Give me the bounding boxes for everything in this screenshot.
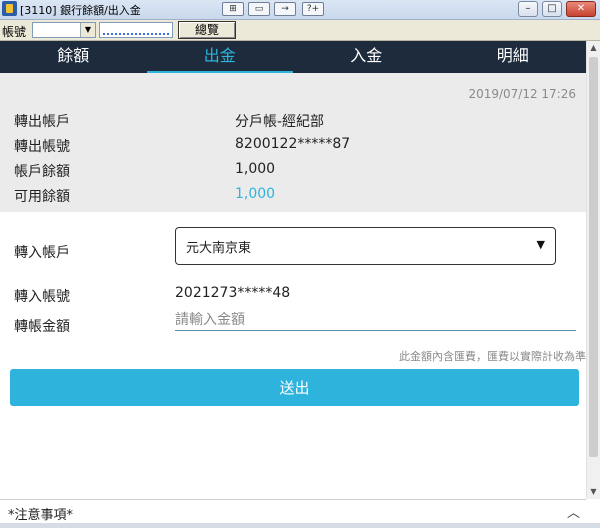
tab-bar: 餘額 出金 入金 明細 — [0, 41, 586, 73]
timestamp: 2019/07/12 17:26 — [468, 87, 576, 101]
value-available: 1,000 — [235, 186, 276, 202]
chevron-up-icon[interactable]: ︿ — [567, 502, 580, 521]
window-title: [3110] 銀行餘額/出入金 — [20, 4, 141, 17]
close-button[interactable]: ✕ — [566, 1, 596, 17]
account-bar: 帳號 ▼ 總覽 — [0, 20, 600, 41]
account-label: 帳號 — [2, 25, 27, 39]
transfer-out-info: 2019/07/12 17:26 轉出帳戶 分戶帳-經紀部 轉出帳號 82001… — [0, 73, 586, 212]
fee-note: 此金額內含匯費，匯費以實際計收為準 — [399, 350, 586, 363]
overview-button[interactable]: 總覽 — [178, 21, 236, 39]
link-tool-icon[interactable]: → — [274, 2, 296, 16]
notice-bar[interactable]: *注意事項* ︿ — [0, 499, 586, 524]
value-in-number: 2021273*****48 — [175, 285, 291, 301]
submit-button[interactable]: 送出 — [10, 369, 579, 406]
scroll-down-icon[interactable]: ▼ — [587, 485, 600, 499]
vertical-scrollbar[interactable]: ▲ ▼ — [586, 41, 600, 499]
help-tool-icon[interactable]: ?+ — [302, 2, 324, 16]
label-in-account: 轉入帳戶 — [14, 245, 70, 261]
label-balance: 帳戶餘額 — [14, 164, 70, 180]
account-select[interactable]: ▼ — [32, 22, 96, 38]
label-available: 可用餘額 — [14, 189, 70, 205]
window-tool-icon[interactable]: ▭ — [248, 2, 270, 16]
caret-down-icon: ▼ — [536, 238, 545, 251]
minimize-button[interactable]: – — [518, 1, 538, 17]
tab-withdraw[interactable]: 出金 — [146, 41, 294, 73]
tab-deposit[interactable]: 入金 — [293, 41, 440, 73]
layout-tool-icon[interactable]: ⊞ — [222, 2, 244, 16]
label-amount: 轉帳金額 — [14, 319, 70, 335]
label-out-account: 轉出帳戶 — [14, 114, 70, 130]
scroll-thumb[interactable] — [589, 57, 598, 457]
account-number-input[interactable] — [99, 22, 173, 38]
in-account-dropdown[interactable]: 元大南京東 ▼ — [175, 227, 556, 265]
in-account-selected: 元大南京東 — [186, 241, 252, 256]
value-out-account: 分戶帳-經紀部 — [235, 114, 325, 130]
label-in-number: 轉入帳號 — [14, 289, 70, 305]
notice-label: *注意事項* — [8, 508, 74, 523]
amount-input[interactable] — [175, 310, 576, 331]
value-balance: 1,000 — [235, 161, 276, 177]
app-icon — [2, 1, 17, 16]
title-bar: [3110] 銀行餘額/出入金 ⊞ ▭ → ?+ – □ ✕ — [0, 0, 600, 20]
value-out-number: 8200122*****87 — [235, 136, 351, 152]
scroll-up-icon[interactable]: ▲ — [587, 41, 600, 55]
tab-balance[interactable]: 餘額 — [0, 41, 147, 73]
label-out-number: 轉出帳號 — [14, 139, 70, 155]
maximize-button[interactable]: □ — [542, 1, 562, 17]
tab-details[interactable]: 明細 — [440, 41, 587, 73]
chevron-down-icon[interactable]: ▼ — [80, 23, 95, 37]
window-bottom-edge — [0, 523, 600, 528]
